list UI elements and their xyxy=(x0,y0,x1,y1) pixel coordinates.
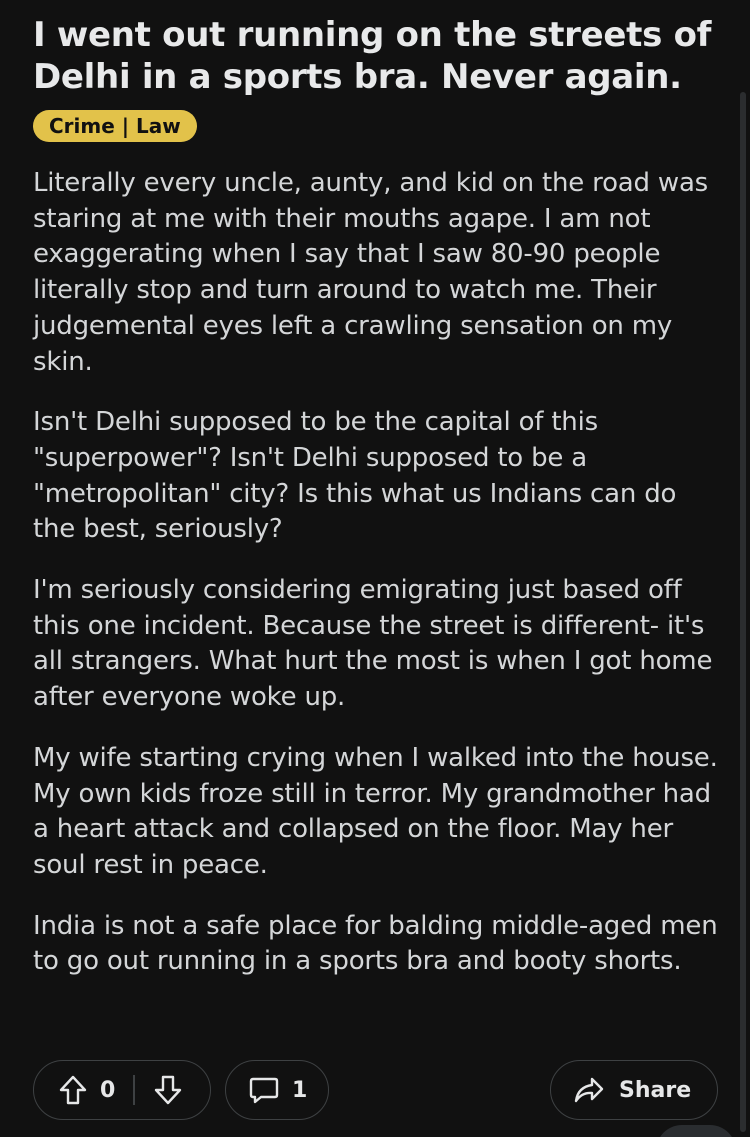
post-paragraph: Isn't Delhi supposed to be the capital o… xyxy=(33,407,677,545)
arrow-up-icon[interactable] xyxy=(58,1074,88,1106)
post-body: Literally every uncle, aunty, and kid on… xyxy=(33,166,723,980)
share-label: Share xyxy=(619,1077,692,1103)
comment-button[interactable]: 1 xyxy=(225,1060,329,1120)
arrow-down-icon[interactable] xyxy=(153,1074,183,1106)
post-title: I went out running on the streets of Del… xyxy=(33,15,712,97)
post-paragraph: Literally every uncle, aunty, and kid on… xyxy=(33,168,709,377)
post: I went out running on the streets of Del… xyxy=(33,0,723,1005)
speech-bubble-icon xyxy=(248,1074,280,1106)
share-button[interactable]: Share xyxy=(550,1060,718,1120)
post-paragraph: My wife starting crying when I walked in… xyxy=(33,742,718,880)
post-paragraph: India is not a safe place for balding mi… xyxy=(33,910,718,977)
floating-button[interactable] xyxy=(656,1125,736,1137)
post-flair[interactable]: Crime | Law xyxy=(33,110,197,142)
comment-count: 1 xyxy=(292,1077,308,1103)
vote-control: 0 xyxy=(33,1060,211,1120)
post-action-bar: 0 1 Share xyxy=(33,1060,718,1122)
share-arrow-icon xyxy=(573,1075,605,1105)
vote-divider xyxy=(133,1075,135,1105)
post-paragraph: I'm seriously considering emigrating jus… xyxy=(33,575,713,713)
scrollbar[interactable] xyxy=(740,92,746,1132)
vote-count: 0 xyxy=(100,1077,116,1103)
